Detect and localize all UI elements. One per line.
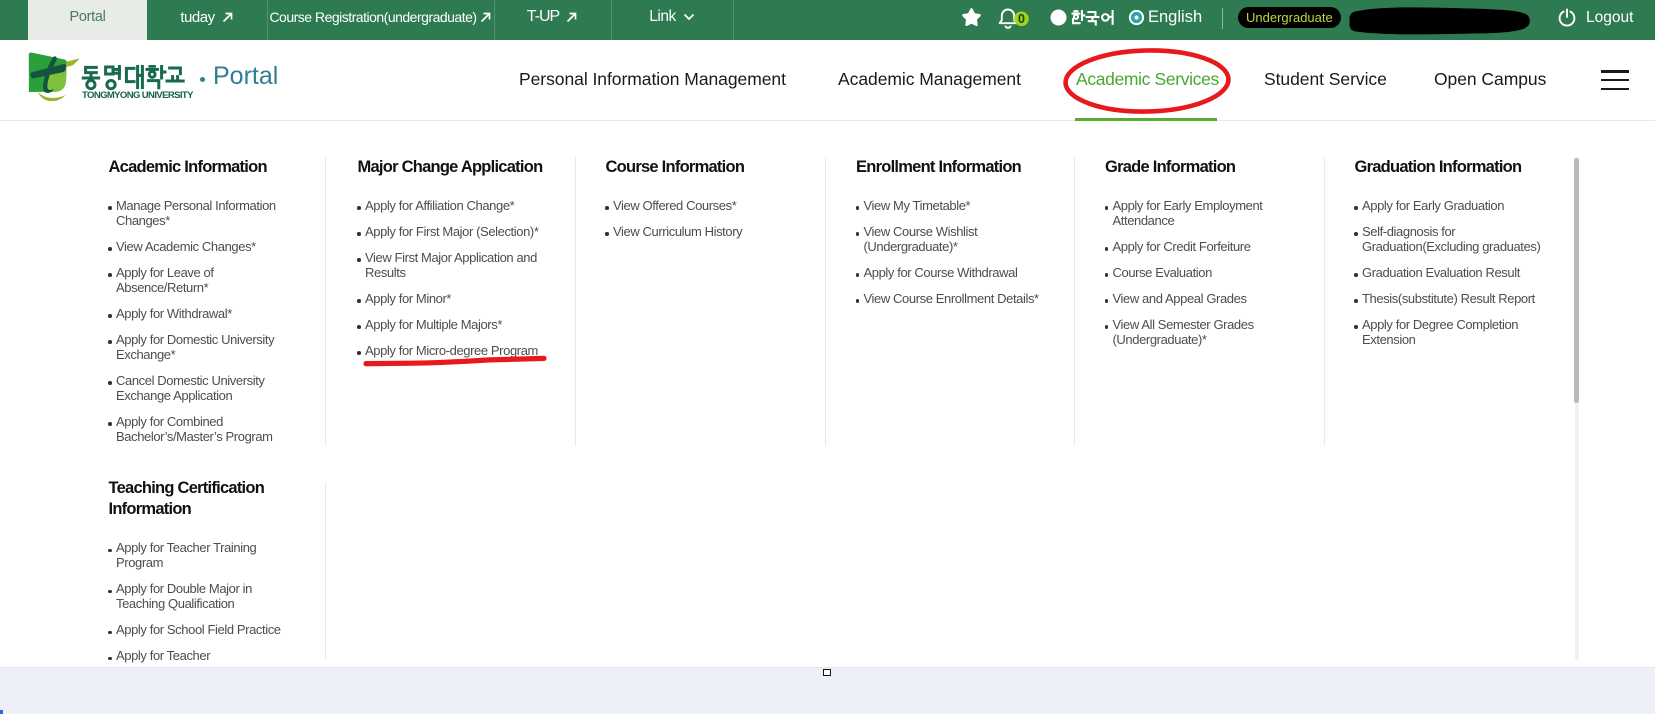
- svg-text:0: 0: [1018, 12, 1025, 26]
